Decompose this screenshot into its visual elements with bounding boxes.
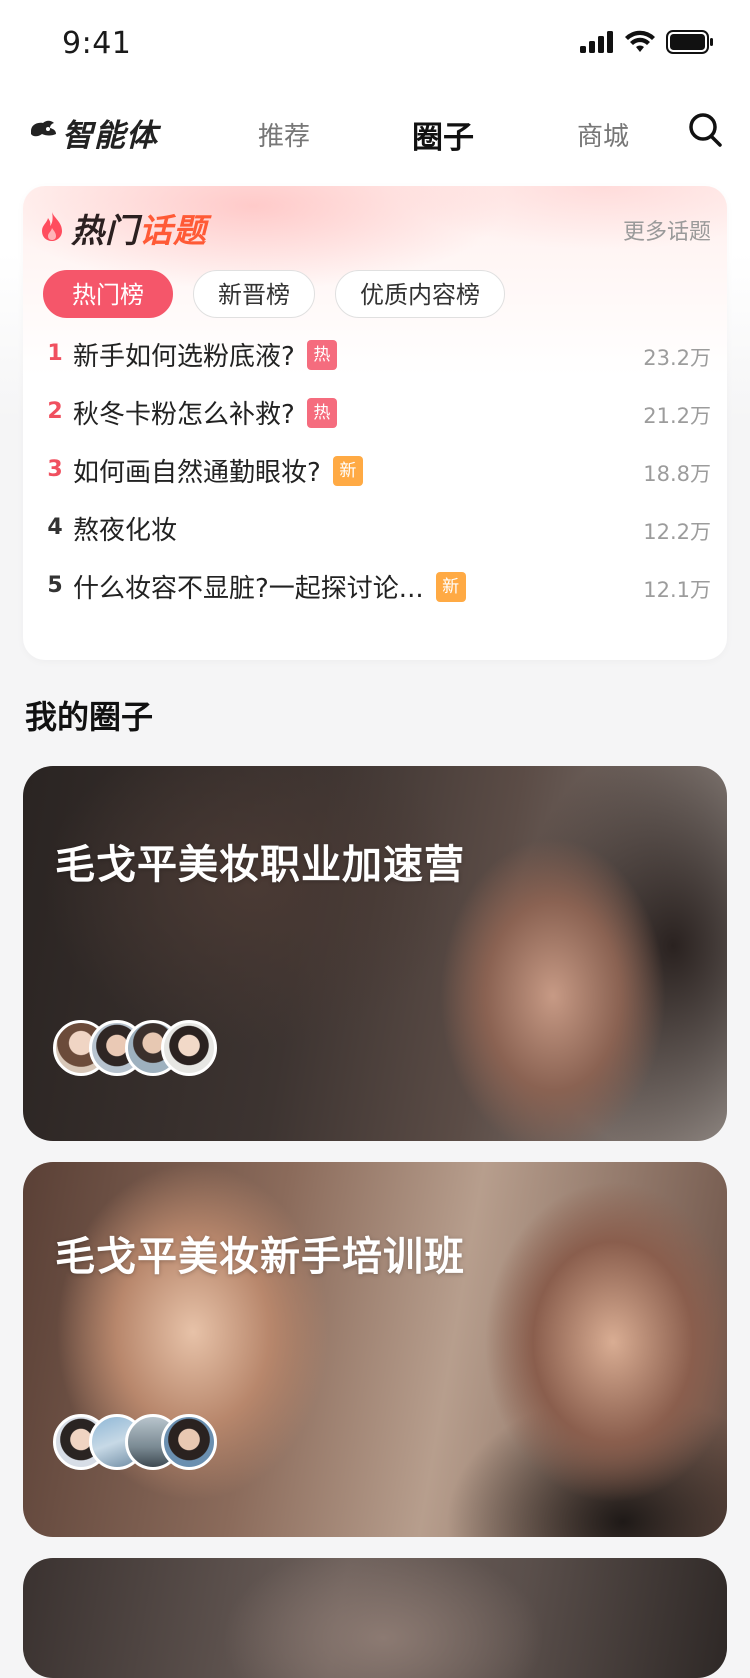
topic-title-wrap: 新手如何选粉底液? 热	[73, 336, 337, 373]
rank-number: 4	[47, 515, 63, 540]
topic-row[interactable]: 3 如何画自然通勤眼妆? 新 18.8万	[23, 452, 727, 492]
topic-title: 秋冬卡粉怎么补救?	[73, 400, 295, 430]
hot-badge: 热	[306, 397, 337, 428]
new-badge: 新	[332, 455, 363, 486]
topic-title-wrap: 熬夜化妆	[73, 510, 177, 547]
topic-title: 如何画自然通勤眼妆?	[73, 458, 321, 488]
rank-number: 1	[47, 341, 63, 366]
status-icons	[580, 30, 714, 58]
hot-title-part1: 热门	[71, 211, 139, 250]
signal-icon	[580, 31, 614, 57]
hot-title-part2: 话题	[139, 211, 207, 250]
hot-topics-card: 热门话题 更多话题 热门榜 新晋榜 优质内容榜 1 新手如何选粉底液? 热 23…	[23, 186, 727, 660]
my-circles-title: 我的圈子	[25, 698, 154, 736]
tab-recommend[interactable]: 推荐	[258, 116, 310, 153]
circle-card[interactable]: 毛戈平美妆新手培训班	[23, 1162, 727, 1537]
top-nav: 智能体 推荐 圈子 商城	[0, 100, 750, 164]
wifi-icon	[624, 30, 656, 58]
topic-count: 18.8万	[643, 462, 711, 486]
topic-row[interactable]: 1 新手如何选粉底液? 热 23.2万	[23, 336, 727, 376]
topic-row[interactable]: 5 什么妆容不显脏?一起探讨论... 新 12.1万	[23, 568, 727, 608]
topic-title-wrap: 什么妆容不显脏?一起探讨论... 新	[73, 568, 466, 605]
logo-text: 智能体	[62, 118, 158, 154]
topic-row[interactable]: 4 熬夜化妆 12.2万	[23, 510, 727, 550]
topic-title: 熬夜化妆	[73, 516, 178, 546]
topic-title-wrap: 如何画自然通勤眼妆? 新	[73, 452, 363, 489]
rank-number: 5	[47, 573, 63, 598]
topic-title: 什么妆容不显脏?一起探讨论...	[73, 574, 424, 604]
chip-hot-ranking[interactable]: 热门榜	[43, 270, 173, 318]
member-avatars	[53, 1020, 217, 1076]
circle-card[interactable]	[23, 1558, 727, 1678]
tab-mall[interactable]: 商城	[577, 116, 629, 153]
avatar	[161, 1020, 217, 1076]
circle-card[interactable]: 毛戈平美妆职业加速营	[23, 766, 727, 1141]
status-bar: 9:41	[0, 0, 750, 90]
new-badge: 新	[435, 571, 466, 602]
topic-title-wrap: 秋冬卡粉怎么补救? 热	[73, 394, 337, 431]
battery-icon	[666, 30, 714, 58]
ranking-chips: 热门榜 新晋榜 优质内容榜	[43, 270, 505, 318]
topic-count: 12.2万	[643, 520, 711, 544]
rank-number: 2	[47, 399, 63, 424]
flame-icon	[39, 210, 65, 246]
chip-quality-ranking[interactable]: 优质内容榜	[335, 270, 505, 318]
member-avatars	[53, 1414, 217, 1470]
hot-badge: 热	[306, 339, 337, 370]
topic-count: 23.2万	[643, 346, 711, 370]
avatar	[161, 1414, 217, 1470]
circle-name: 毛戈平美妆新手培训班	[55, 1234, 465, 1280]
search-icon	[688, 113, 724, 154]
chip-new-ranking[interactable]: 新晋榜	[193, 270, 315, 318]
topic-title: 新手如何选粉底液?	[73, 342, 295, 372]
rank-number: 3	[47, 457, 63, 482]
more-topics-link[interactable]: 更多话题	[623, 214, 711, 246]
topic-row[interactable]: 2 秋冬卡粉怎么补救? 热 21.2万	[23, 394, 727, 434]
topic-count: 12.1万	[643, 578, 711, 602]
app-logo[interactable]: 智能体	[28, 110, 158, 155]
search-button[interactable]	[688, 112, 724, 150]
logo-icon	[28, 117, 58, 149]
topic-count: 21.2万	[643, 404, 711, 428]
hot-topics-title: 热门话题	[71, 204, 207, 252]
tab-circles[interactable]: 圈子	[412, 112, 474, 157]
circle-name: 毛戈平美妆职业加速营	[55, 842, 465, 888]
status-time: 9:41	[62, 26, 132, 61]
hot-topics-header: 热门话题	[39, 204, 207, 252]
